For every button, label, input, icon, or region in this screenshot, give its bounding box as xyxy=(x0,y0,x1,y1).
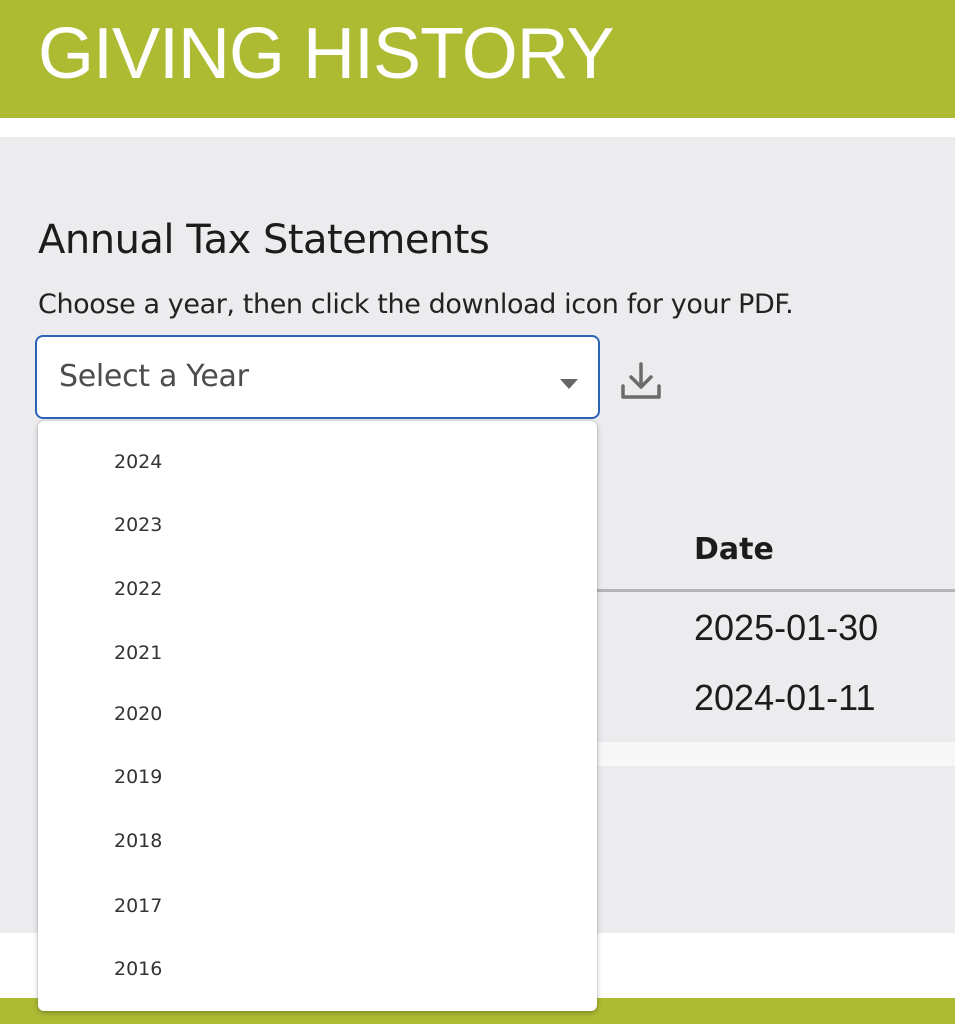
page-title: GIVING HISTORY xyxy=(38,14,614,94)
year-option[interactable]: 2020 xyxy=(38,689,597,737)
date-column-header: Date xyxy=(694,532,774,567)
table-header-divider xyxy=(596,589,955,592)
year-option-label: 2023 xyxy=(114,514,163,536)
year-option[interactable]: 2022 xyxy=(38,564,597,612)
year-option[interactable]: 2024 xyxy=(38,437,597,485)
giving-history-page: GIVING HISTORY Annual Tax Statements Cho… xyxy=(0,0,955,1024)
year-option-label: 2016 xyxy=(114,958,163,980)
year-option-label: 2018 xyxy=(114,830,163,852)
section-title: Annual Tax Statements xyxy=(38,217,490,263)
year-option[interactable]: 2019 xyxy=(38,752,597,800)
year-option[interactable]: 2018 xyxy=(38,816,597,864)
year-option-label: 2022 xyxy=(114,578,163,600)
page-header: GIVING HISTORY xyxy=(0,0,955,118)
section-description: Choose a year, then click the download i… xyxy=(38,289,794,320)
year-option[interactable]: 2017 xyxy=(38,881,597,929)
year-select-placeholder: Select a Year xyxy=(59,359,249,394)
table-cell-date: 2025-01-30 xyxy=(694,607,879,648)
year-select[interactable]: Select a Year xyxy=(35,335,600,419)
caret-down-icon xyxy=(560,379,578,389)
download-icon xyxy=(621,362,661,399)
year-dropdown-menu: 2024 2023 2022 2021 2020 2019 2018 2017 … xyxy=(38,421,597,1011)
year-option-label: 2024 xyxy=(114,451,163,473)
download-button[interactable] xyxy=(616,356,666,406)
year-option-label: 2021 xyxy=(114,642,163,664)
table-cell-date: 2024-01-11 xyxy=(694,677,876,718)
table-footer-band xyxy=(596,742,955,766)
year-option-label: 2019 xyxy=(114,766,163,788)
year-option-label: 2020 xyxy=(114,703,163,725)
year-option[interactable]: 2023 xyxy=(38,500,597,548)
year-option[interactable]: 2016 xyxy=(38,944,597,992)
year-option-label: 2017 xyxy=(114,895,163,917)
year-option[interactable]: 2021 xyxy=(38,628,597,676)
